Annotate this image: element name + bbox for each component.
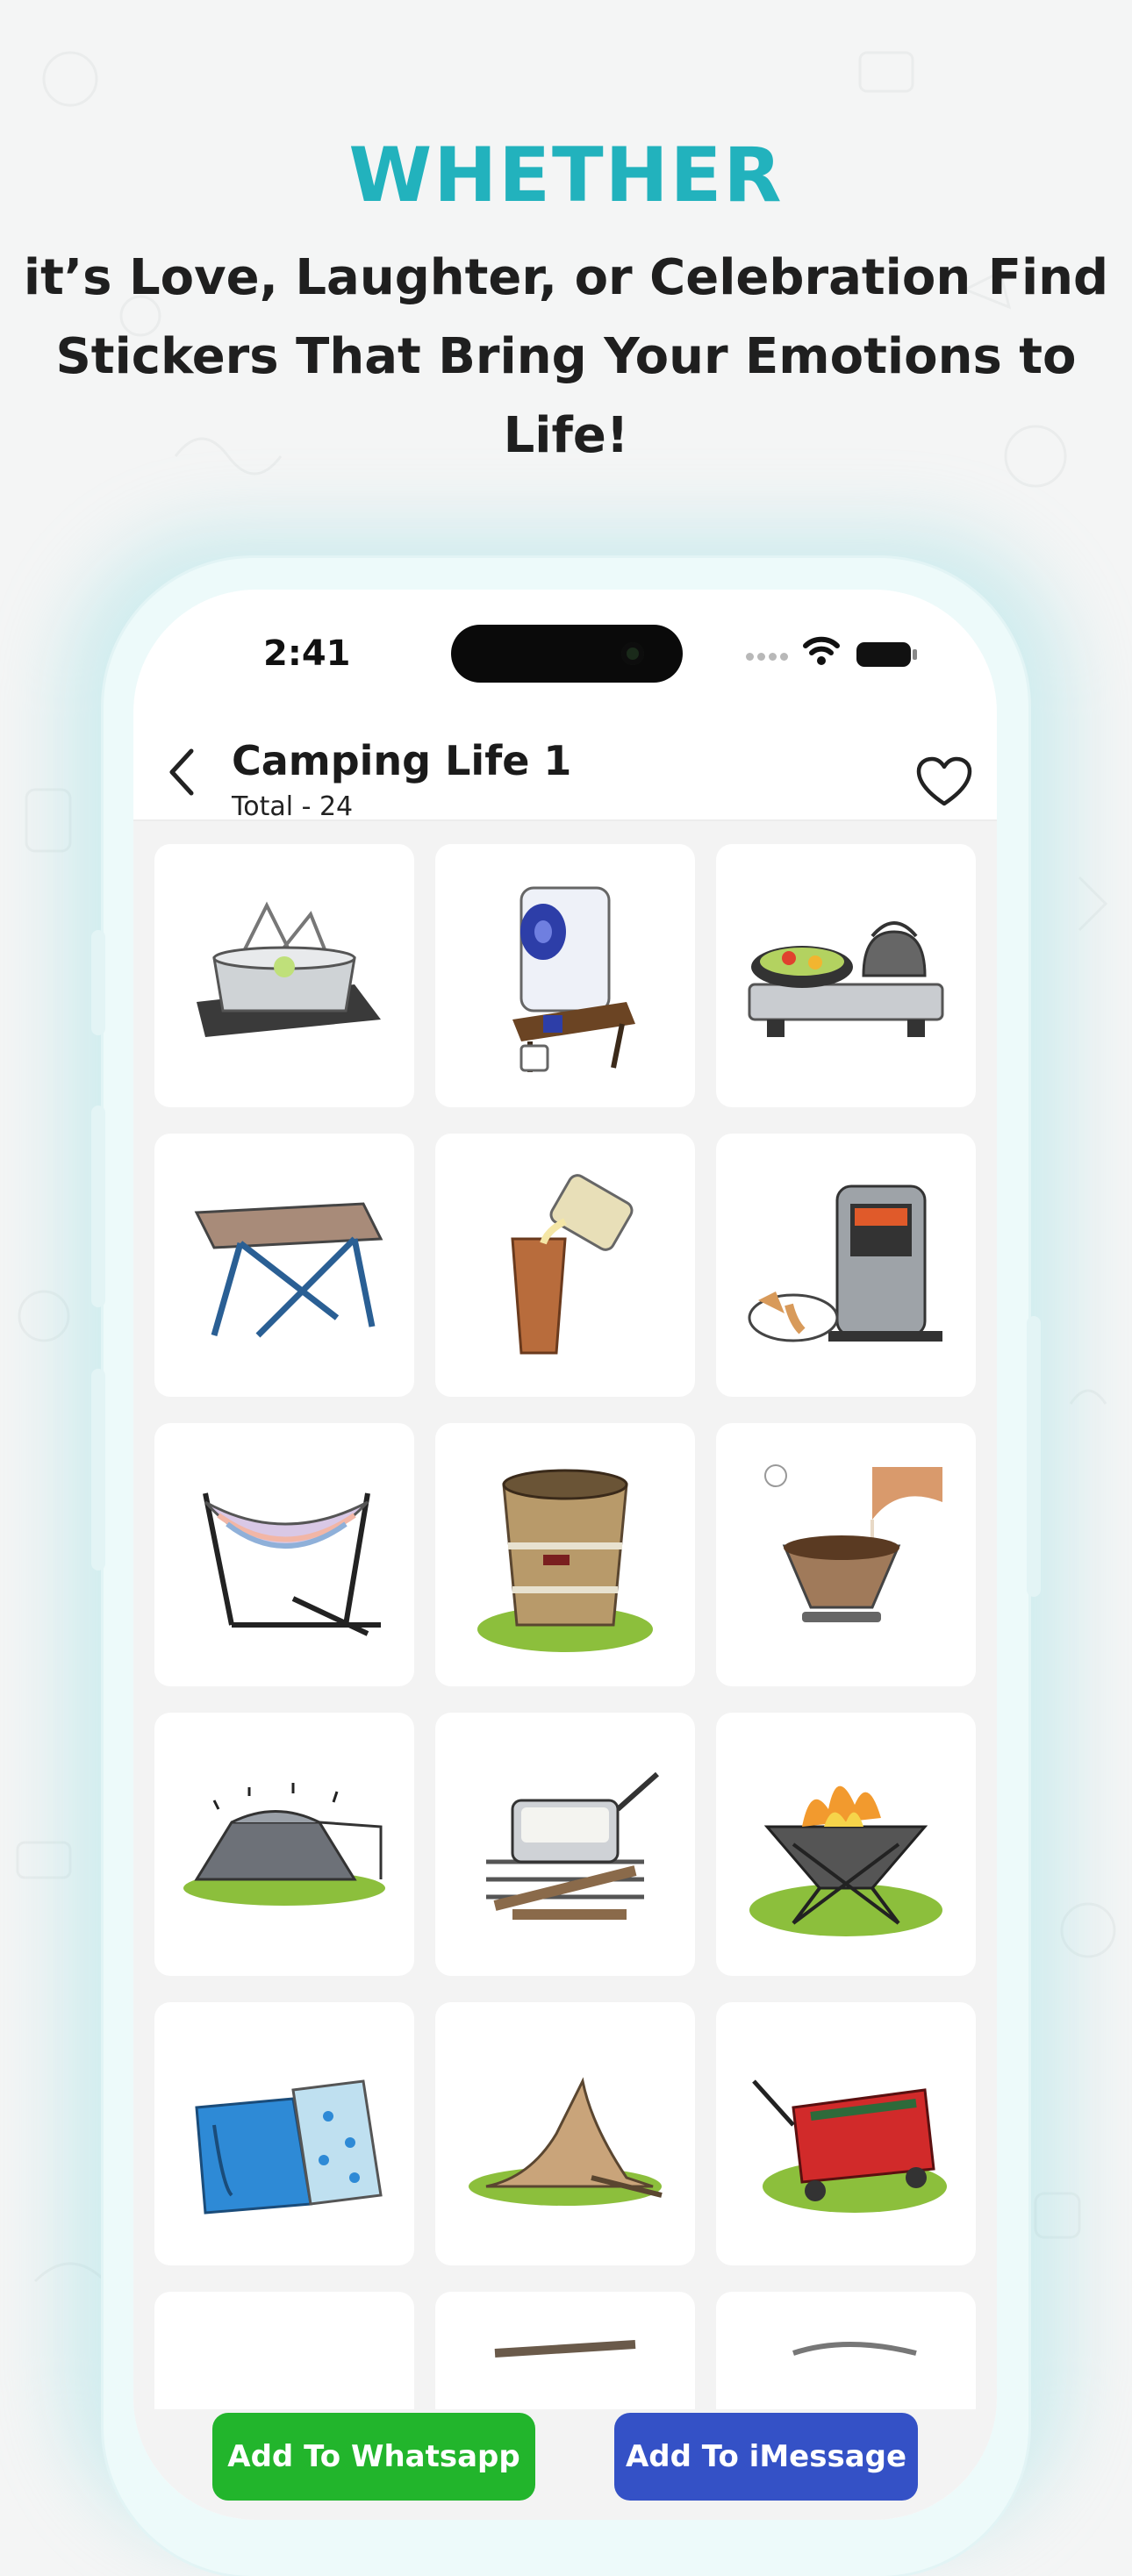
action-bar: Add To Whatsapp Add To iMessage	[133, 2409, 997, 2520]
coffee-dripper-sticker	[764, 1464, 942, 1622]
promo-subheadline: it’s Love, Laughter, or Celebration Find…	[0, 239, 1132, 476]
ground-fire-sticker	[469, 2077, 663, 2206]
camp-wagon-sticker	[752, 2079, 947, 2213]
dynamic-island	[451, 625, 683, 683]
fire-pit-sticker	[749, 1785, 942, 1936]
mess-tin-on-fire-sticker	[486, 1771, 659, 1920]
add-to-whatsapp-button[interactable]: Add To Whatsapp	[212, 2413, 535, 2501]
sticker-tile[interactable]	[716, 844, 976, 1107]
heart-outline-icon[interactable]	[916, 756, 972, 807]
sticker-tile[interactable]	[716, 1423, 976, 1686]
sticker-tile[interactable]	[154, 844, 414, 1107]
promo-line-2: Stickers That Bring Your Emotions to Lif…	[55, 328, 1077, 464]
camp-stove-sticker	[748, 921, 944, 1037]
beer-pour-sticker	[511, 1174, 634, 1355]
camera-icon	[621, 642, 644, 665]
fire-bucket-sticker	[477, 1469, 653, 1652]
sticker-tile[interactable]	[716, 1134, 976, 1397]
water-jug-sticker	[512, 886, 635, 1072]
sticker-tile[interactable]	[716, 2002, 976, 2265]
chevron-left-icon[interactable]	[165, 748, 200, 797]
dish-basket-sticker	[197, 901, 381, 1037]
sticker-tile[interactable]	[435, 1713, 695, 1976]
promo-line-1: it’s Love, Laughter, or Celebration Find	[23, 249, 1109, 306]
phone-side-button	[91, 1369, 105, 1571]
sticker-tile[interactable]	[154, 1423, 414, 1686]
phone-side-button	[91, 930, 105, 1035]
sticker-tile[interactable]	[435, 2002, 695, 2265]
sticker-tile[interactable]	[154, 2002, 414, 2265]
pack-title: Camping Life 1	[232, 737, 572, 784]
sticker-tile[interactable]	[154, 1713, 414, 1976]
battery-icon	[856, 642, 917, 667]
pack-total-count: Total - 24	[232, 791, 354, 822]
navigation-bar: Camping Life 1 Total - 24	[133, 721, 997, 822]
phone-screen: 2:41 Camping Life 1 Total - 24 Add To Wh…	[133, 590, 997, 2520]
sticker-tile[interactable]	[435, 844, 695, 1107]
sticker-grid	[154, 844, 976, 2520]
add-to-imessage-button[interactable]: Add To iMessage	[614, 2413, 918, 2501]
sticker-tile[interactable]	[716, 1713, 976, 1976]
kerosene-heater-sticker	[748, 1184, 942, 1342]
phone-side-button	[91, 1106, 105, 1307]
sticker-grid-area	[133, 821, 997, 2520]
tent-sticker	[183, 1783, 385, 1906]
sticker-tile[interactable]	[435, 1134, 695, 1397]
sticker-tile[interactable]	[435, 1423, 695, 1686]
hammock-sticker	[203, 1492, 381, 1636]
sticker-tile[interactable]	[154, 1134, 414, 1397]
camp-table-sticker	[194, 1202, 383, 1338]
signal-dots-icon	[746, 653, 788, 661]
promo-headline: WHETHER	[348, 132, 784, 219]
wifi-icon	[803, 636, 840, 665]
phone-side-button	[1027, 1316, 1041, 1597]
sleeping-bag-sticker	[195, 2079, 383, 2215]
status-time: 2:41	[263, 633, 351, 674]
